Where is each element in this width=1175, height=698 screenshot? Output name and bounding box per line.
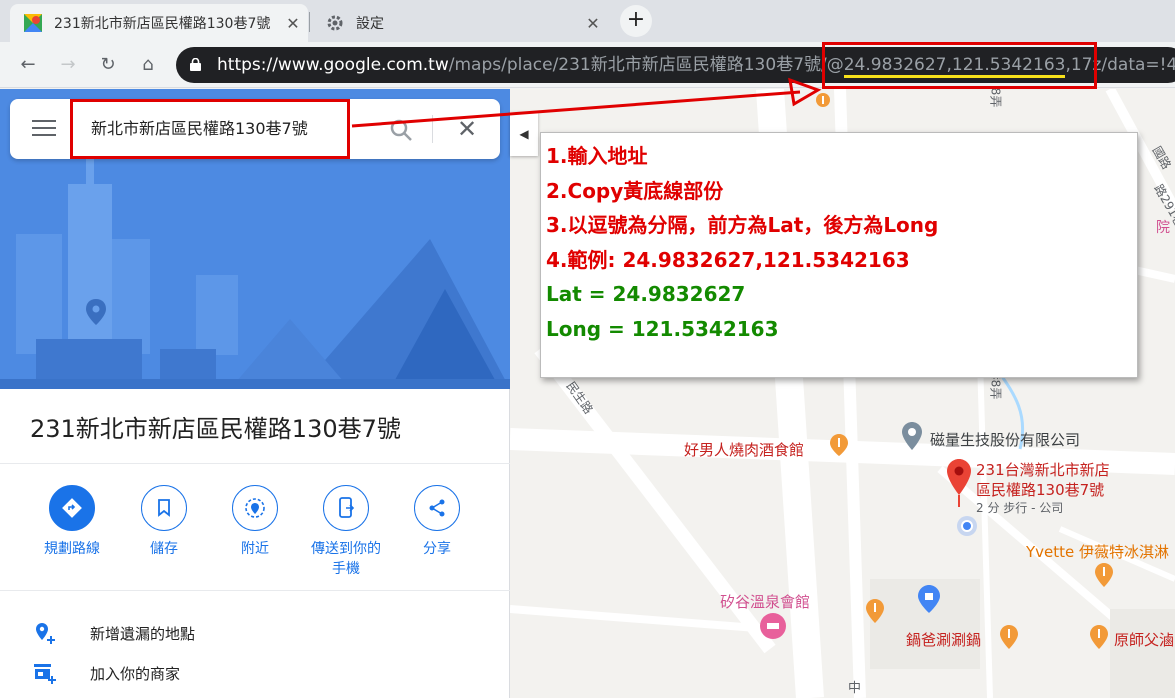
search-divider	[432, 115, 433, 143]
action-label: 規劃路線	[44, 541, 100, 557]
close-tab-icon[interactable]: ✕	[578, 14, 608, 33]
road-label: 中	[848, 681, 862, 696]
restaurant-icon[interactable]	[816, 93, 830, 119]
poi-yuanfu-label[interactable]: 原師父滷	[1114, 629, 1174, 650]
place-title: 231新北市新店區民權路130巷7號	[30, 415, 401, 443]
pin-address-line1[interactable]: 231台灣新北市新店	[976, 459, 1110, 480]
poi-hospital-label[interactable]: 院	[1156, 217, 1170, 237]
instruction-step-2: 2.Copy黃底線部份	[546, 178, 724, 203]
nearby-button[interactable]: 附近	[209, 485, 301, 559]
search-box: 新北市新店區民權路130巷7號 ✕	[10, 99, 500, 159]
tab-title: 231新北市新店區民權路130巷7號	[54, 16, 271, 32]
tab-strip: 231新北市新店區民權路130巷7號 ✕ 設定 ✕ +	[0, 0, 1175, 42]
collapse-panel-button[interactable]: ◀	[510, 112, 538, 156]
instruction-lat: Lat = 24.9832627	[546, 282, 746, 306]
tab-settings[interactable]: 設定 ✕	[312, 4, 608, 42]
instruction-step-1: 1.輸入地址	[546, 144, 648, 168]
location-pin-icon[interactable]	[947, 459, 971, 511]
menu-icon[interactable]	[32, 120, 56, 138]
reload-icon[interactable]: ↻	[94, 51, 122, 79]
poi-hotspring-label[interactable]: 矽谷溫泉會館	[720, 591, 810, 612]
gear-icon	[327, 15, 343, 31]
url-host: https://www.google.com.tw	[217, 55, 449, 75]
search-input[interactable]: 新北市新店區民權路130巷7號	[70, 99, 350, 159]
back-icon[interactable]: ←	[14, 51, 42, 79]
add-place-icon	[36, 623, 55, 644]
hotel-icon[interactable]	[760, 613, 786, 639]
forward-icon[interactable]: →	[54, 51, 82, 79]
dessert-icon[interactable]	[1095, 563, 1113, 587]
instruction-box: 1.輸入地址 2.Copy黃底線部份 3.以逗號為分隔，前方為Lat，後方為Lo…	[540, 132, 1138, 378]
google-maps-favicon	[24, 14, 42, 32]
pin-walking-time: 2 分 步行 - 公司	[976, 501, 1064, 515]
action-label: 附近	[241, 541, 269, 557]
company-pin-icon[interactable]	[902, 422, 922, 450]
action-label: 儲存	[150, 541, 178, 557]
url-coordinates-highlight	[822, 42, 1097, 89]
poi-hotpot-label[interactable]: 鍋爸涮涮鍋	[906, 629, 981, 650]
close-icon[interactable]: ✕	[455, 117, 479, 141]
row-label: 新增遺漏的地點	[90, 625, 196, 643]
share-button[interactable]: 分享	[391, 485, 483, 559]
nearby-icon	[232, 485, 278, 531]
home-icon[interactable]: ⌂	[134, 51, 162, 79]
instruction-long: Long = 121.5342163	[546, 316, 779, 341]
save-button[interactable]: 儲存	[118, 485, 210, 559]
restaurant-icon[interactable]	[1090, 625, 1108, 649]
action-label: 分享	[423, 541, 451, 557]
directions-icon	[49, 485, 95, 531]
divider	[0, 590, 510, 591]
instruction-step-3: 3.以逗號為分隔，前方為Lat，後方為Long	[546, 213, 939, 237]
lock-icon	[190, 58, 201, 71]
place-panel: 新北市新店區民權路130巷7號 ✕ 231新北市新店區民權路130巷7號 規劃路…	[0, 89, 510, 698]
close-tab-icon[interactable]: ✕	[278, 14, 308, 33]
restaurant-icon[interactable]	[830, 434, 848, 456]
tab-maps[interactable]: 231新北市新店區民權路130巷7號 ✕	[10, 4, 308, 42]
tab-title: 設定	[356, 16, 384, 32]
share-icon	[414, 485, 460, 531]
shopping-icon[interactable]	[918, 585, 940, 613]
search-icon[interactable]	[388, 117, 414, 143]
action-label: 傳送到你的手機	[311, 541, 381, 577]
bookmark-icon	[141, 485, 187, 531]
place-actions: 規劃路線 儲存 附近 傳送到你的手機 分享	[0, 485, 510, 585]
restaurant-icon[interactable]	[866, 599, 884, 623]
poi-yvette-label[interactable]: Yvette 伊薇特冰淇淋	[1026, 541, 1169, 562]
my-location-dot[interactable]	[961, 520, 973, 532]
tab-separator	[309, 12, 310, 32]
add-business-row[interactable]: 加入你的商家	[0, 653, 510, 693]
my-location-halo	[957, 516, 977, 536]
add-missing-place-row[interactable]: 新增遺漏的地點	[0, 613, 510, 653]
send-to-phone-icon	[323, 485, 369, 531]
road-label: 巷8弄	[988, 89, 1003, 108]
send-to-phone-button[interactable]: 傳送到你的手機	[300, 485, 392, 579]
url-path: /maps/place/231新北市新店區民權路130巷7號/	[448, 55, 827, 75]
divider	[0, 463, 510, 464]
row-label: 加入你的商家	[90, 665, 181, 683]
new-tab-button[interactable]: +	[620, 5, 652, 37]
poi-company-label[interactable]: 磁量生技股份有限公司	[930, 429, 1080, 450]
add-business-icon	[34, 664, 56, 684]
instruction-step-4: 4.範例: 24.9832627,121.5342163	[546, 247, 910, 272]
restaurant-icon[interactable]	[1000, 625, 1018, 649]
poi-restaurant-label[interactable]: 好男人燒肉酒食館	[684, 439, 804, 460]
pin-address-line2[interactable]: 區民權路130巷7號	[976, 479, 1104, 500]
directions-button[interactable]: 規劃路線	[26, 485, 118, 559]
